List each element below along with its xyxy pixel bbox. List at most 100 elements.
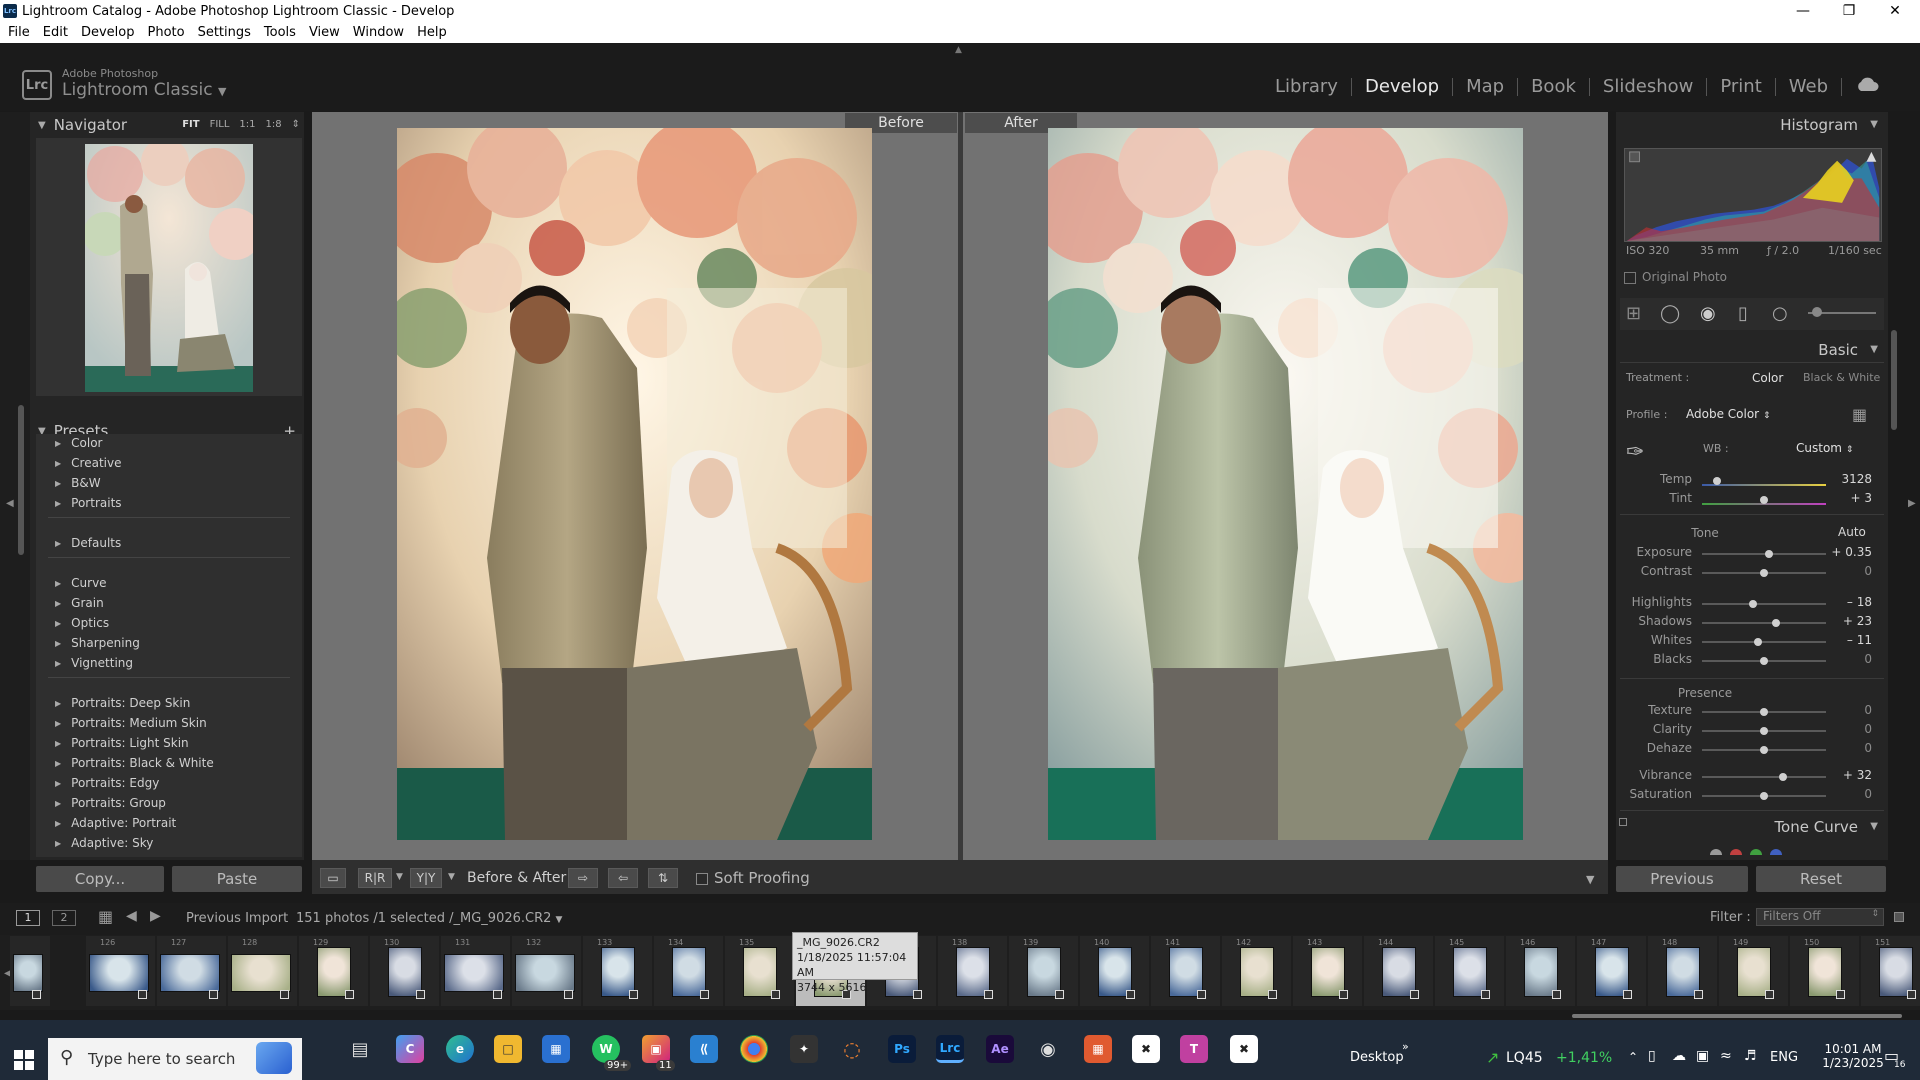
preset-folder[interactable]: ▶ Adaptive: Sky (55, 836, 153, 850)
zoom-fit[interactable]: FIT (182, 119, 199, 130)
zoom-fill[interactable]: FILL (210, 119, 230, 130)
lightroom-icon[interactable]: Lrc (936, 1035, 964, 1063)
filter-lock-icon[interactable] (1894, 912, 1904, 922)
menu-develop[interactable]: Develop (81, 25, 135, 40)
slider-value[interactable]: 0 (1822, 787, 1872, 801)
slider-track[interactable] (1702, 622, 1826, 624)
filmstrip-cell[interactable]: 143 (1293, 936, 1362, 1006)
slider-value[interactable]: + 32 (1822, 768, 1872, 782)
chevron-down-icon[interactable]: ▼ (448, 872, 455, 882)
volume-icon[interactable]: ♬ (1744, 1048, 1757, 1064)
before-after-split-icon[interactable]: Y|Y (410, 868, 442, 888)
preset-folder[interactable]: ▶ Defaults (55, 536, 121, 550)
app-icon-orange[interactable]: ▦ (1084, 1035, 1112, 1063)
slider-knob[interactable] (1712, 477, 1721, 485)
filmstrip-cell[interactable]: 130 (370, 936, 439, 1006)
language-indicator[interactable]: ENG (1770, 1050, 1798, 1065)
filmstrip-cell[interactable]: 139 (1009, 936, 1078, 1006)
preset-folder[interactable]: ▶ Portraits: Group (55, 796, 166, 810)
grid-view-icon[interactable]: ▦ (98, 907, 113, 926)
zoom-1-1[interactable]: 1:1 (239, 119, 255, 130)
filmstrip-cell[interactable]: 145 (1435, 936, 1504, 1006)
soft-proofing-checkbox[interactable] (696, 873, 708, 885)
wifi-icon[interactable]: ≈ (1720, 1048, 1732, 1064)
temp-track[interactable] (1702, 484, 1826, 486)
preset-folder[interactable]: ▶ Portraits (55, 496, 122, 510)
white-balance-eyedropper-icon[interactable]: ✑ (1626, 440, 1644, 465)
filmstrip-cell[interactable]: 144 (1364, 936, 1433, 1006)
left-scrollbar[interactable] (18, 405, 24, 555)
camera-app-icon[interactable]: ◉ (1034, 1035, 1062, 1063)
menu-view[interactable]: View (309, 25, 340, 40)
show-hidden-icons[interactable]: ⌃ (1628, 1050, 1638, 1064)
preset-folder[interactable]: ▶ Portraits: Deep Skin (55, 696, 190, 710)
module-book[interactable]: Book (1518, 76, 1589, 97)
slider-value[interactable]: + 23 (1822, 614, 1872, 628)
capcut-icon[interactable]: ✖ (1132, 1035, 1160, 1063)
preset-folder[interactable]: ▶ Creative (55, 456, 121, 470)
reset-button[interactable]: Reset (1756, 866, 1886, 892)
file-explorer-icon[interactable]: □ (494, 1035, 522, 1063)
slider-track[interactable] (1702, 603, 1826, 605)
radial-tool-icon[interactable]: ○ (1772, 303, 1788, 324)
menu-edit[interactable]: Edit (43, 25, 68, 40)
slider-knob[interactable] (1753, 638, 1762, 646)
filmstrip-cell[interactable]: 134 (654, 936, 723, 1006)
preset-folder[interactable]: ▶ Curve (55, 576, 107, 590)
filmstrip-cell[interactable] (10, 936, 50, 1006)
slider-value[interactable]: 3128 (1822, 472, 1872, 486)
battery-icon[interactable]: ▯ (1648, 1048, 1656, 1064)
slider-value[interactable]: – 18 (1822, 595, 1872, 609)
display-icon[interactable]: ▣ (1696, 1048, 1709, 1064)
module-map[interactable]: Map (1453, 76, 1517, 97)
filmstrip-cell[interactable]: 149 (1719, 936, 1788, 1006)
filmstrip-scrollbar[interactable] (1572, 1014, 1902, 1018)
slider-value[interactable]: 0 (1822, 703, 1872, 717)
preset-folder[interactable]: ▶ Optics (55, 616, 109, 630)
menu-file[interactable]: File (8, 25, 30, 40)
module-slideshow[interactable]: Slideshow (1590, 76, 1706, 97)
menu-photo[interactable]: Photo (147, 25, 184, 40)
filmstrip-cell[interactable]: 132 (512, 936, 581, 1006)
slider-value[interactable]: – 11 (1822, 633, 1872, 647)
profile-browser-icon[interactable]: ▦ (1852, 405, 1867, 424)
filmstrip-cell[interactable]: 131 (441, 936, 510, 1006)
stock-name[interactable]: LQ45 (1506, 1050, 1543, 1066)
slider-knob[interactable] (1760, 708, 1768, 716)
filmstrip-cell[interactable]: 133 (583, 936, 652, 1006)
filter-dropdown[interactable]: Filters Off ⇕ (1756, 908, 1884, 926)
menu-tools[interactable]: Tools (264, 25, 296, 40)
whatsapp-icon[interactable]: W (592, 1035, 620, 1063)
windows-start-icon[interactable] (14, 1050, 34, 1070)
slider-knob[interactable] (1748, 600, 1757, 608)
auto-tone-button[interactable]: Auto (1838, 525, 1866, 539)
slider-knob[interactable] (1764, 550, 1773, 558)
slider-knob[interactable] (1760, 727, 1768, 735)
toolbar-expand-icon[interactable]: » (1402, 1040, 1409, 1053)
copy-after-to-before-icon[interactable]: ⇦ (608, 868, 638, 888)
filmstrip-cell[interactable]: 142 (1222, 936, 1291, 1006)
chevron-down-icon[interactable]: ▼ (396, 872, 403, 882)
filmstrip-cell[interactable]: 129 (299, 936, 368, 1006)
filmstrip-cell[interactable]: 141 (1151, 936, 1220, 1006)
right-panel-toggle-icon[interactable]: ▶ (1908, 498, 1916, 509)
slider-knob[interactable] (1760, 657, 1768, 665)
blue-channel-icon[interactable] (1770, 849, 1782, 855)
filmstrip-cell[interactable]: 147 (1577, 936, 1646, 1006)
slider-value[interactable]: 0 (1822, 564, 1872, 578)
before-after-left-right-icon[interactable]: R|R (358, 868, 392, 888)
profile-dropdown[interactable]: Adobe Color ⇕ (1686, 407, 1770, 421)
right-scrollbar[interactable] (1891, 330, 1897, 430)
slider-value[interactable]: + 0.35 (1822, 545, 1872, 559)
cloud-icon[interactable] (1842, 76, 1892, 97)
module-print[interactable]: Print (1707, 76, 1774, 97)
slider-value[interactable]: 0 (1822, 722, 1872, 736)
histogram[interactable] (1624, 148, 1882, 242)
module-web[interactable]: Web (1776, 76, 1841, 97)
preset-folder[interactable]: ▶ Color (55, 436, 103, 450)
module-library[interactable]: Library (1262, 76, 1351, 97)
cloud-sync-icon[interactable]: ☁ (1672, 1048, 1686, 1064)
instagram-icon[interactable]: ▣ (642, 1035, 670, 1063)
filmstrip-cell[interactable]: 148 (1648, 936, 1717, 1006)
paste-button[interactable]: Paste (172, 866, 302, 892)
